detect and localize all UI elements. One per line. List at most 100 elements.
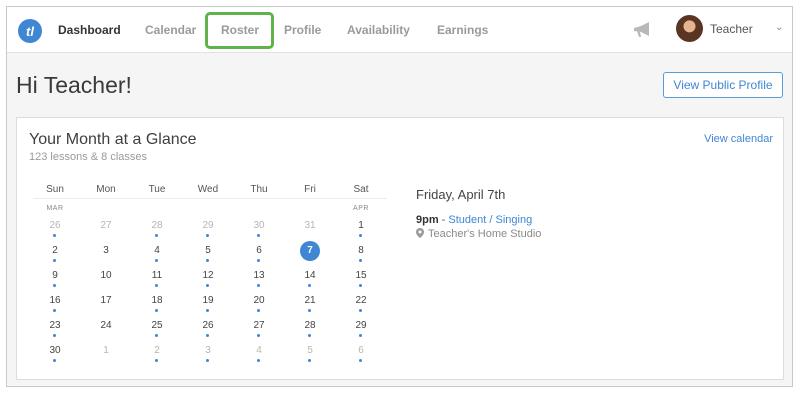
calendar-day[interactable]: 1 [84, 345, 128, 367]
calendar-day[interactable]: 3 [84, 245, 128, 267]
calendar-day[interactable]: 29 [339, 320, 383, 342]
calendar-day[interactable]: 26 [186, 320, 230, 342]
nav-profile[interactable]: Profile [284, 23, 321, 37]
calendar-day-number: 5 [307, 345, 313, 356]
lesson-indicator-dot [206, 234, 209, 237]
calendar-day[interactable]: 5 [288, 345, 332, 367]
calendar-day[interactable]: 25 [135, 320, 179, 342]
event-separator: - [438, 214, 449, 226]
calendar-day[interactable]: 12 [186, 270, 230, 292]
calendar-day-number: 29 [202, 220, 214, 231]
calendar-day[interactable]: 19 [186, 295, 230, 317]
calendar-day[interactable]: 21 [288, 295, 332, 317]
calendar-day[interactable]: 8 [339, 245, 383, 267]
lesson-indicator-dot [257, 359, 260, 362]
calendar-day[interactable]: 28 [288, 320, 332, 342]
calendar-day[interactable]: 10 [84, 270, 128, 292]
view-calendar-link[interactable]: View calendar [704, 133, 773, 145]
calendar-day-number: 1 [358, 220, 364, 231]
lesson-indicator-dot [359, 259, 362, 262]
calendar-day[interactable]: 29 [186, 220, 230, 242]
calendar-day-number: 1 [103, 345, 109, 356]
calendar-day[interactable]: 27 [84, 220, 128, 242]
calendar-day[interactable]: 22 [339, 295, 383, 317]
user-name[interactable]: Teacher [710, 22, 753, 36]
lesson-indicator-dot [308, 334, 311, 337]
lesson-indicator-dot [257, 334, 260, 337]
calendar-day-selected[interactable]: 7 [288, 241, 332, 267]
calendar-day-number: 3 [205, 345, 211, 356]
calendar-day[interactable]: 17 [84, 295, 128, 317]
calendar-day[interactable]: 27 [237, 320, 281, 342]
event-location: Teacher's Home Studio [416, 228, 541, 240]
lesson-indicator-dot [359, 334, 362, 337]
calendar-day-number: 27 [100, 220, 112, 231]
calendar-day[interactable]: 24 [84, 320, 128, 342]
lesson-indicator-dot [257, 309, 260, 312]
calendar-day[interactable]: 16 [33, 295, 77, 317]
calendar-day-number: 15 [355, 270, 367, 281]
weekday-label: Sun [46, 184, 64, 195]
lesson-indicator-dot [155, 309, 158, 312]
calendar-day[interactable]: 4 [135, 245, 179, 267]
lesson-indicator-dot [206, 259, 209, 262]
calendar-day[interactable]: 30 [237, 220, 281, 242]
calendar-day[interactable]: 20 [237, 295, 281, 317]
weekday-label: Tue [148, 184, 166, 195]
calendar-day[interactable]: 18 [135, 295, 179, 317]
lesson-indicator-dot [359, 359, 362, 362]
calendar-day-number: 4 [154, 245, 160, 256]
event-location-text: Teacher's Home Studio [428, 228, 542, 240]
calendar-day-number: 27 [253, 320, 265, 331]
calendar-day[interactable]: 11 [135, 270, 179, 292]
nav-dashboard[interactable]: Dashboard [58, 23, 121, 37]
calendar-day-number: 11 [151, 270, 163, 281]
calendar-day-number: 29 [355, 320, 367, 331]
view-public-profile-button[interactable]: View Public Profile [663, 72, 783, 98]
nav-earnings[interactable]: Earnings [437, 23, 488, 37]
calendar-day-number: 28 [304, 320, 316, 331]
lesson-indicator-dot [206, 284, 209, 287]
calendar-day[interactable]: 14 [288, 270, 332, 292]
calendar-day[interactable]: 3 [186, 345, 230, 367]
lesson-indicator-dot [155, 259, 158, 262]
calendar-day[interactable]: 2 [135, 345, 179, 367]
calendar-day[interactable]: 6 [339, 345, 383, 367]
calendar-day[interactable]: 5 [186, 245, 230, 267]
calendar-day-number: 21 [304, 295, 316, 306]
nav-availability[interactable]: Availability [347, 23, 410, 37]
calendar-day[interactable]: 26 [33, 220, 77, 242]
chevron-down-icon[interactable]: ⌄ [775, 22, 783, 33]
calendar-day-number: 4 [256, 345, 262, 356]
calendar-day[interactable]: 28 [135, 220, 179, 242]
calendar-day-number: 5 [205, 245, 211, 256]
calendar-day[interactable]: 15 [339, 270, 383, 292]
event-student-link[interactable]: Student / Singing [448, 214, 532, 226]
selected-day-heading: Friday, April 7th [416, 187, 506, 202]
avatar[interactable] [676, 15, 703, 42]
megaphone-icon[interactable] [632, 21, 652, 39]
logo[interactable]: tl [18, 19, 42, 43]
calendar-day-number: 13 [253, 270, 265, 281]
calendar-day-number: 26 [202, 320, 214, 331]
roster-highlight [205, 12, 274, 49]
calendar-day[interactable]: 4 [237, 345, 281, 367]
weekday-label: Wed [197, 184, 219, 195]
calendar-day-number: 12 [202, 270, 214, 281]
calendar-day-number: 24 [100, 320, 112, 331]
nav-calendar[interactable]: Calendar [145, 23, 196, 37]
calendar-day[interactable]: 6 [237, 245, 281, 267]
calendar-day[interactable]: 31 [288, 220, 332, 242]
lesson-indicator-dot [53, 309, 56, 312]
lesson-indicator-dot [53, 259, 56, 262]
calendar-day[interactable]: 1 [339, 220, 383, 242]
lesson-indicator-dot [257, 284, 260, 287]
calendar-day-number: 19 [202, 295, 214, 306]
calendar-day[interactable]: 30 [33, 345, 77, 367]
calendar-day-number: 26 [49, 220, 61, 231]
calendar-day[interactable]: 9 [33, 270, 77, 292]
weekday-label: Fri [304, 184, 316, 195]
calendar-day[interactable]: 23 [33, 320, 77, 342]
calendar-day[interactable]: 2 [33, 245, 77, 267]
calendar-day[interactable]: 13 [237, 270, 281, 292]
